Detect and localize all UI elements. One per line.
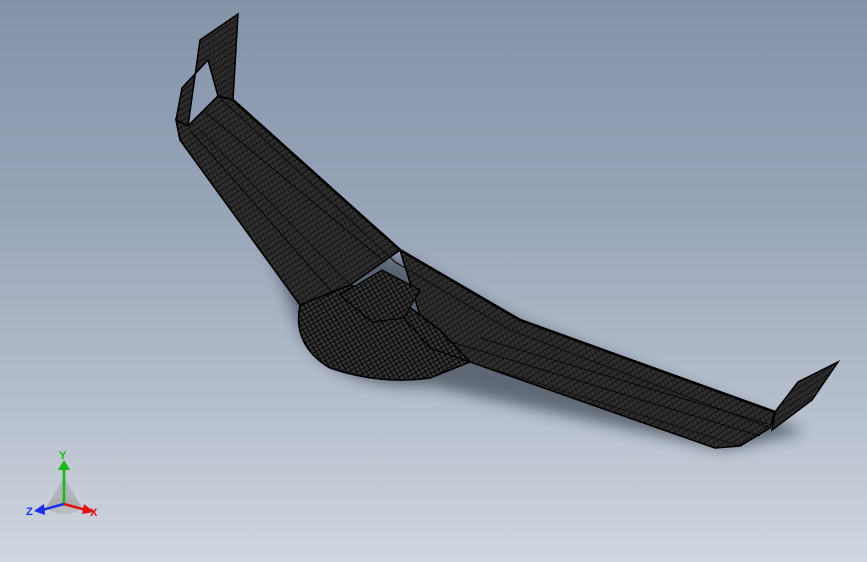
axis-triad[interactable]: Y X Z <box>24 448 104 524</box>
graphics-viewport[interactable]: Y X Z <box>0 0 867 562</box>
flying-wing-model[interactable] <box>0 0 867 562</box>
x-axis-label: X <box>90 507 98 519</box>
y-axis-label: Y <box>59 450 67 462</box>
z-axis-label: Z <box>26 506 33 518</box>
